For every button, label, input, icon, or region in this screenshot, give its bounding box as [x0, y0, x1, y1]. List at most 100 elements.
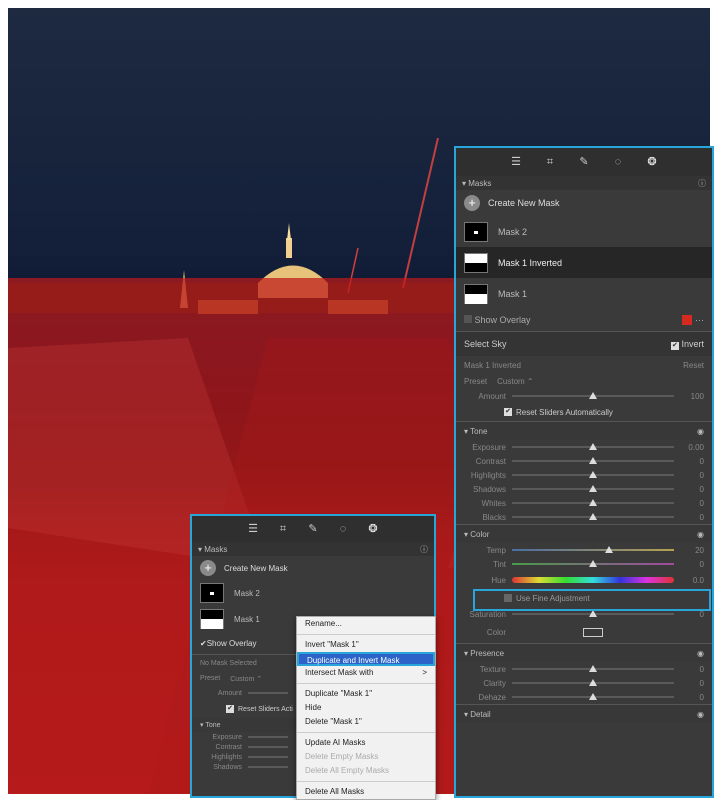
menu-item[interactable]: Delete "Mask 1"	[297, 715, 435, 729]
reset-button[interactable]: Reset	[683, 361, 704, 370]
tint-slider[interactable]: Tint 0	[456, 557, 712, 571]
more-options-icon[interactable]: ⋯	[695, 315, 704, 325]
redeye-icon[interactable]: ◌	[612, 156, 624, 168]
menu-item[interactable]: Hide	[297, 701, 435, 715]
slider-track[interactable]	[248, 746, 288, 748]
preset-dropdown[interactable]: Custom ⌃	[230, 675, 262, 683]
slider-knob[interactable]	[589, 471, 597, 478]
slider-value: 0	[699, 664, 704, 674]
slider-track[interactable]	[512, 546, 674, 553]
slider-track[interactable]	[512, 679, 674, 686]
eye-icon[interactable]: ◉	[697, 530, 704, 539]
presence-header[interactable]: ▾ Presence ◉	[456, 644, 712, 662]
create-new-mask-button[interactable]: + Create New Mask	[192, 556, 434, 580]
crop-icon[interactable]: ⌗	[544, 156, 556, 168]
color-header[interactable]: ▾ Color ◉	[456, 525, 712, 543]
healing-icon[interactable]: ✎	[578, 156, 590, 168]
menu-item[interactable]: Intersect Mask with >	[297, 666, 435, 680]
masks-section-header[interactable]: ▾ Masks ⓘ	[192, 542, 434, 556]
eye-icon[interactable]: ◉	[697, 710, 704, 719]
slider-track[interactable]	[512, 610, 674, 617]
tone-slider-blacks[interactable]: Blacks 0	[456, 510, 712, 524]
slider-track[interactable]	[512, 499, 674, 506]
healing-icon[interactable]: ✎	[307, 523, 319, 535]
tone-header[interactable]: ▾ Tone ◉	[456, 422, 712, 440]
amount-slider[interactable]: Amount 100	[456, 389, 712, 403]
slider-knob[interactable]	[589, 443, 597, 450]
menu-item[interactable]: Delete All Masks	[297, 785, 435, 799]
slider-knob[interactable]	[605, 546, 614, 553]
crop-icon[interactable]: ⌗	[277, 523, 289, 535]
slider-track[interactable]	[512, 513, 674, 520]
slider-track[interactable]	[512, 693, 674, 700]
slider-knob[interactable]	[589, 665, 597, 672]
slider-track[interactable]	[512, 485, 674, 492]
slider-knob[interactable]	[589, 485, 597, 492]
presence-slider-texture[interactable]: Texture 0	[456, 662, 712, 676]
mask-item-mask-1[interactable]: Mask 1	[456, 278, 712, 309]
no-mask-label: No Mask Selected	[200, 659, 257, 667]
slider-track[interactable]	[248, 756, 288, 758]
create-new-mask-label: Create New Mask	[224, 563, 288, 573]
slider-knob[interactable]	[589, 457, 597, 464]
slider-knob[interactable]	[589, 513, 597, 520]
color-picker-icon[interactable]	[583, 627, 603, 637]
redeye-icon[interactable]: ◌	[337, 523, 349, 535]
masking-icon[interactable]: ❂	[367, 523, 379, 535]
tone-slider-whites[interactable]: Whites 0	[456, 496, 712, 510]
invert-checkbox[interactable]: ✔	[670, 341, 679, 350]
slider-track[interactable]	[248, 766, 288, 768]
hue-track[interactable]	[512, 577, 674, 583]
eye-icon[interactable]: ◉	[697, 427, 704, 436]
masks-section-header[interactable]: ▾ Masks ⓘ	[456, 176, 712, 190]
mask-item-mask-1-inverted[interactable]: Mask 1 Inverted	[456, 247, 712, 278]
detail-header[interactable]: ▾ Detail ◉	[456, 705, 712, 723]
menu-item[interactable]: Duplicate "Mask 1"	[297, 687, 435, 701]
overlay-color-swatch[interactable]	[682, 315, 693, 326]
slider-knob[interactable]	[589, 679, 597, 686]
presence-slider-clarity[interactable]: Clarity 0	[456, 676, 712, 690]
info-icon[interactable]: ⓘ	[698, 178, 706, 189]
slider-track[interactable]	[512, 471, 674, 478]
mask-item-mask-2[interactable]: Mask 2	[456, 216, 712, 247]
slider-knob[interactable]	[589, 499, 597, 506]
slider-value: 0	[699, 484, 704, 494]
sliders-icon[interactable]: ☰	[510, 156, 522, 168]
tone-slider-shadows[interactable]: Shadows 0	[456, 482, 712, 496]
mask-item-mask-2[interactable]: Mask 2	[192, 580, 434, 606]
slider-knob[interactable]	[589, 610, 597, 617]
slider-track[interactable]	[512, 392, 674, 399]
slider-track[interactable]	[512, 457, 674, 464]
tone-slider-highlights[interactable]: Highlights 0	[456, 468, 712, 482]
slider-knob[interactable]	[589, 693, 597, 700]
reset-sliders-label: Reset Sliders Automatically	[516, 407, 613, 417]
menu-item[interactable]: Invert "Mask 1"	[297, 638, 435, 652]
tone-slider-exposure[interactable]: Exposure 0.00	[456, 440, 712, 454]
slider-knob[interactable]	[589, 392, 597, 399]
presence-title: Presence	[470, 648, 505, 658]
slider-knob[interactable]	[589, 560, 597, 567]
menu-item[interactable]: Update AI Masks	[297, 736, 435, 750]
show-overlay-checkbox[interactable]	[464, 315, 472, 323]
menu-item[interactable]: Rename...	[297, 617, 435, 631]
slider-track[interactable]	[512, 443, 674, 450]
tone-slider-contrast[interactable]: Contrast 0	[456, 454, 712, 468]
preset-dropdown[interactable]: Custom ⌃	[497, 377, 534, 386]
slider-track[interactable]	[512, 665, 674, 672]
reset-sliders-checkbox[interactable]: ✔	[504, 408, 512, 416]
presence-slider-dehaze[interactable]: Dehaze 0	[456, 690, 712, 704]
create-new-mask-button[interactable]: + Create New Mask	[456, 190, 712, 216]
slider-track[interactable]	[248, 692, 288, 694]
info-icon[interactable]: ⓘ	[420, 544, 428, 555]
slider-track[interactable]	[512, 560, 674, 567]
show-overlay-checkbox[interactable]: ✔	[200, 639, 207, 648]
eye-icon[interactable]: ◉	[697, 649, 704, 658]
slider-track[interactable]	[248, 736, 288, 738]
menu-item-label: Duplicate and Invert Mask	[307, 656, 400, 665]
menu-item[interactable]: Duplicate and Invert Mask	[297, 652, 435, 666]
sliders-icon[interactable]: ☰	[247, 523, 259, 535]
reset-sliders-checkbox[interactable]: ✔	[226, 705, 234, 713]
hue-slider[interactable]: Hue 0.0	[456, 571, 712, 589]
temp-slider[interactable]: Temp 20	[456, 543, 712, 557]
masking-icon[interactable]: ❂	[646, 156, 658, 168]
